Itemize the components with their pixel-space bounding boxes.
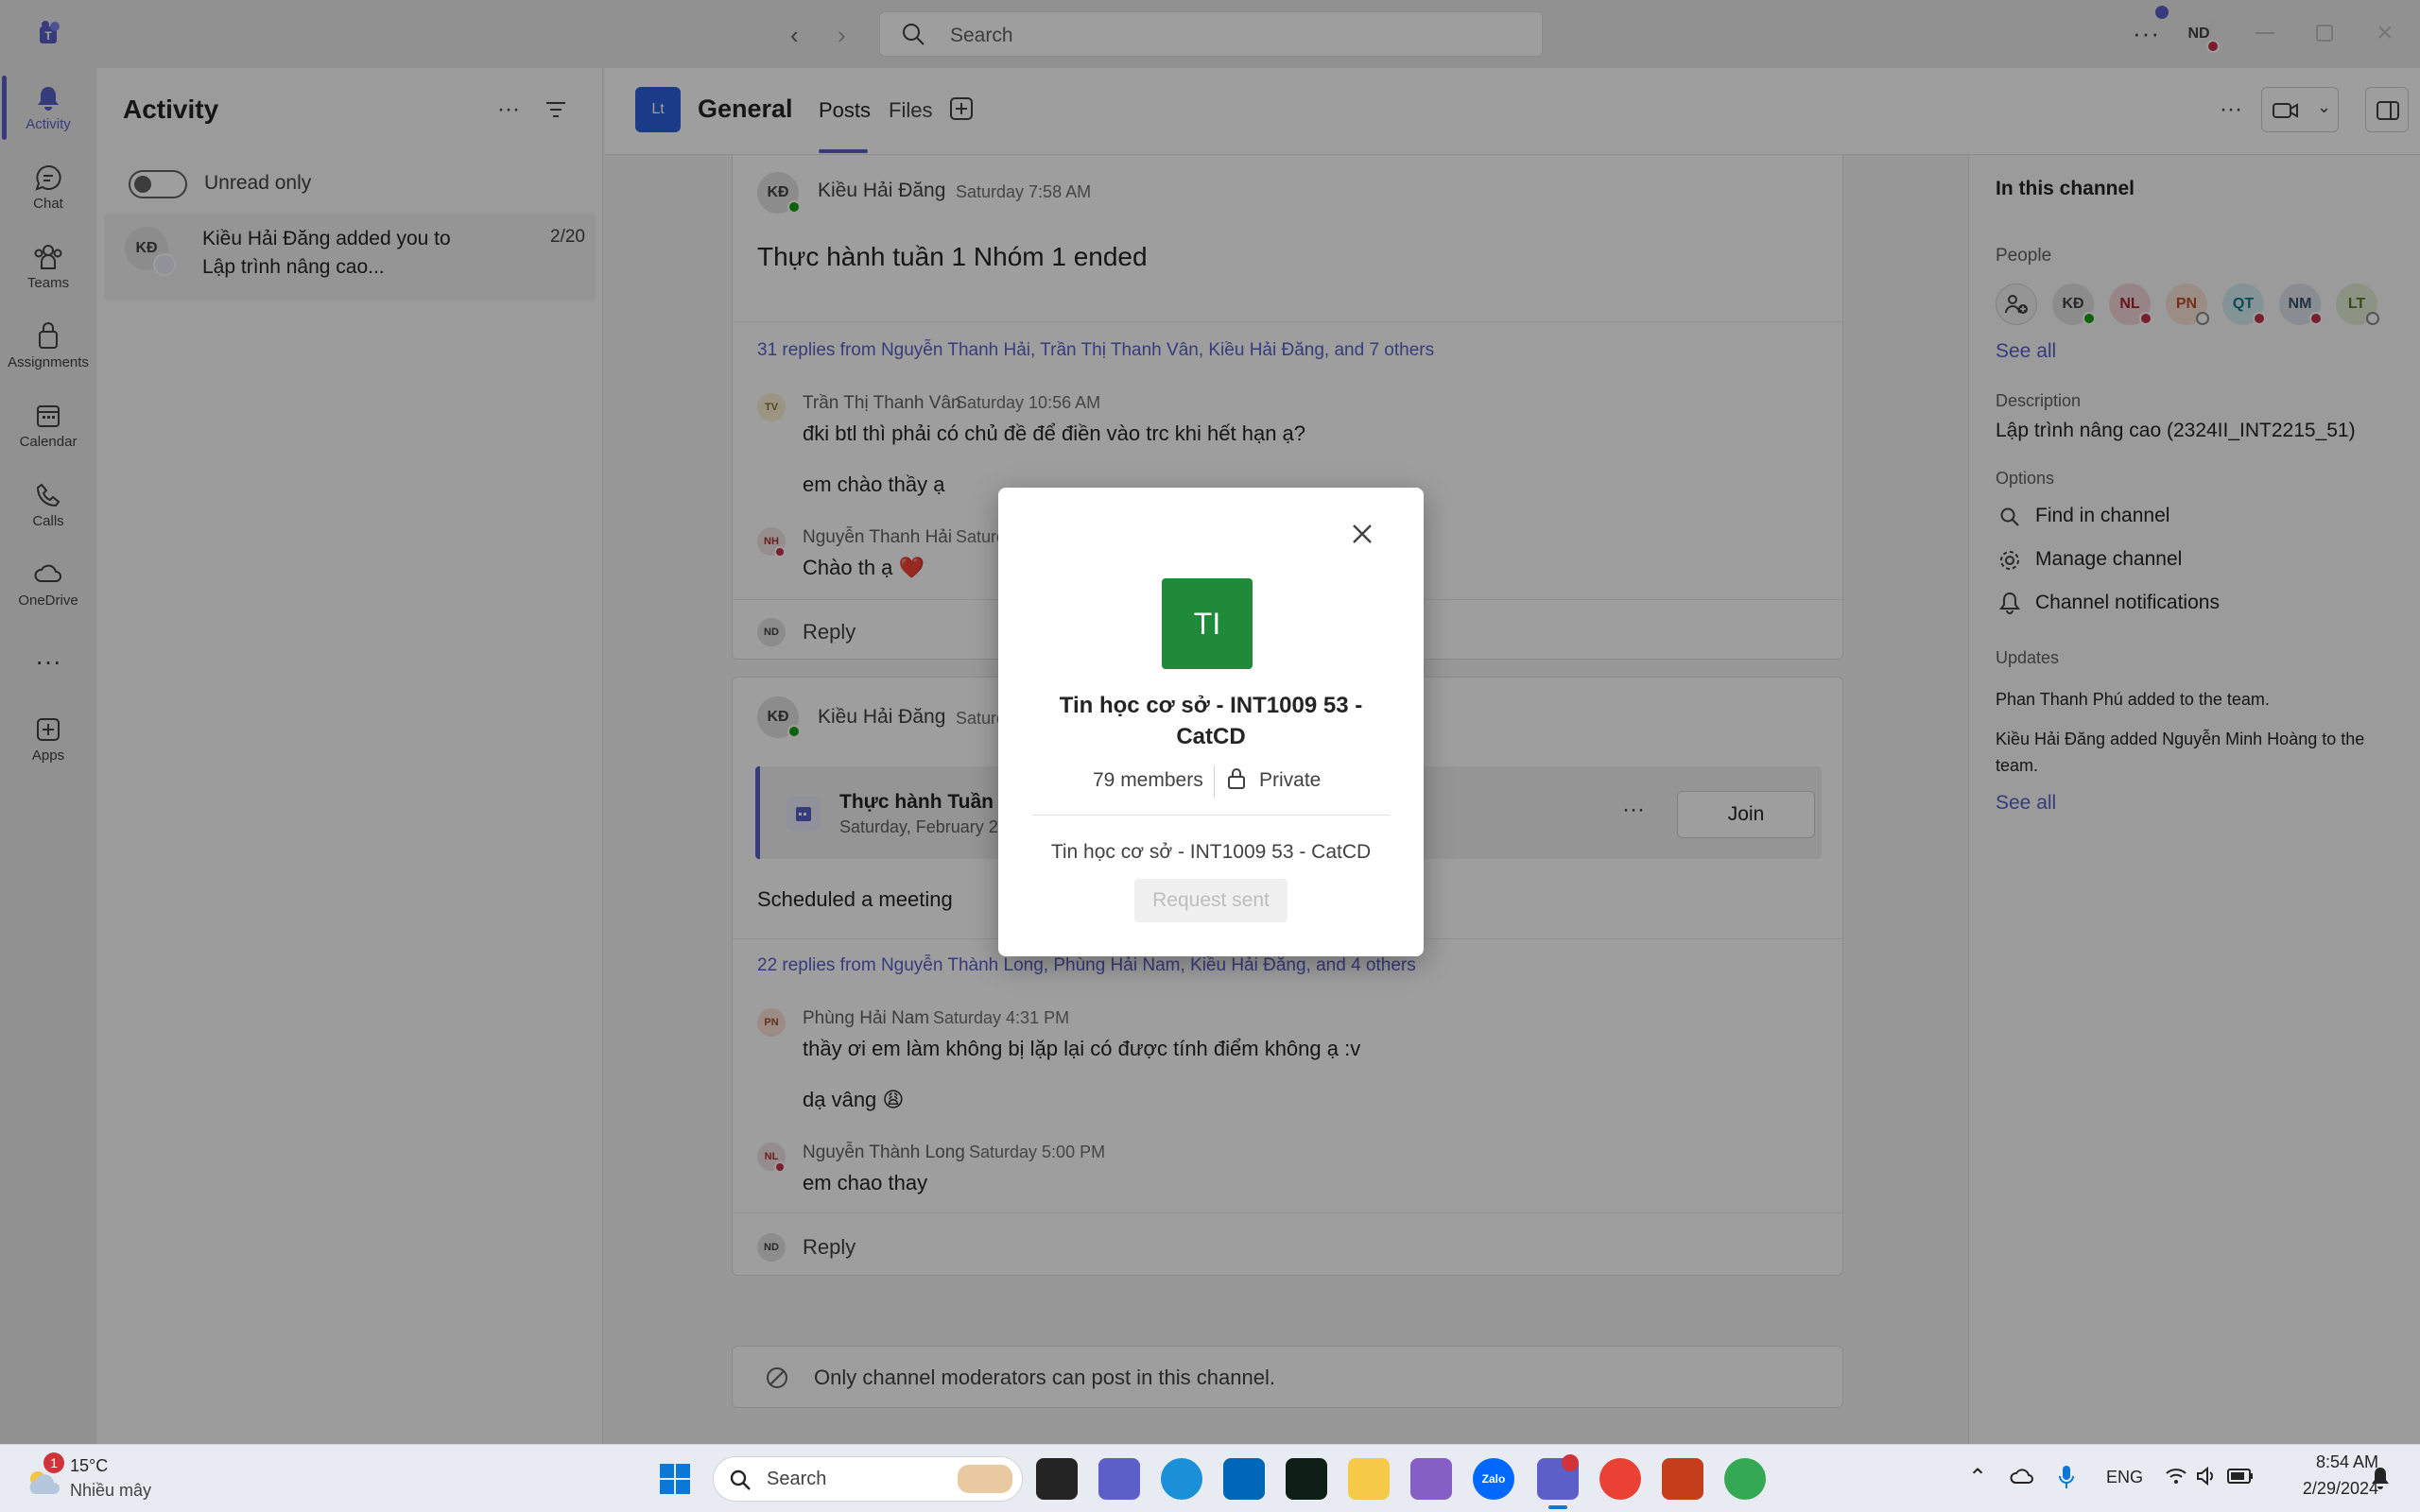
onedrive-tray-icon[interactable] [2010, 1466, 2036, 1491]
razer-app-icon[interactable] [1286, 1458, 1327, 1500]
chrome-profile-icon[interactable] [1724, 1458, 1766, 1500]
edge-browser-icon[interactable] [1161, 1458, 1202, 1500]
notification-bell-icon[interactable] [2369, 1466, 2392, 1495]
privacy-label: Private [1259, 769, 1322, 791]
chrome-icon[interactable] [1599, 1458, 1641, 1500]
powerpoint-icon[interactable] [1662, 1458, 1703, 1500]
weather-widget[interactable]: 1 15°C Nhiều mây [19, 1451, 189, 1507]
clock-date[interactable]: 2/29/2024 [2269, 1479, 2378, 1499]
language-indicator[interactable]: ENG [2106, 1468, 2143, 1487]
weather-description: Nhiều mây [70, 1481, 152, 1500]
zalo-icon[interactable]: Zalo [1473, 1458, 1514, 1500]
task-view-icon[interactable] [1036, 1458, 1078, 1500]
divider [1032, 815, 1390, 816]
volume-icon[interactable] [2195, 1466, 2218, 1491]
chevron-up-icon[interactable]: ⌃ [1968, 1464, 1987, 1491]
lock-icon [1227, 767, 1246, 795]
microsoft-store-icon[interactable] [1223, 1458, 1265, 1500]
microphone-icon[interactable] [2057, 1464, 2076, 1495]
taskbar-search[interactable]: Search [713, 1456, 1023, 1502]
file-explorer-icon[interactable] [1348, 1458, 1390, 1500]
team-description: Tin học cơ sở - INT1009 53 - CatCD [1050, 841, 1372, 863]
search-highlight-icon [958, 1465, 1012, 1493]
join-team-dialog: TI Tin học cơ sở - INT1009 53 - CatCD 79… [998, 488, 1424, 956]
windows-taskbar: 1 15°C Nhiều mây Search Zalo ⌃ ENG 8:54 … [0, 1444, 2420, 1512]
team-avatar: TI [1162, 578, 1253, 669]
temperature: 15°C [70, 1456, 109, 1475]
divider [1214, 765, 1215, 798]
visual-studio-icon[interactable] [1410, 1458, 1452, 1500]
active-indicator [1548, 1505, 1567, 1509]
member-count: 79 members [1093, 769, 1203, 791]
weather-badge: 1 [43, 1452, 64, 1473]
clock-time[interactable]: 8:54 AM [2288, 1452, 2378, 1472]
search-icon [730, 1469, 751, 1490]
wifi-icon[interactable] [2165, 1466, 2187, 1491]
request-sent-button: Request sent [1134, 879, 1288, 922]
teams-badge-icon [1562, 1454, 1579, 1471]
meet-chat-icon[interactable] [1098, 1458, 1140, 1500]
windows-start-icon[interactable] [654, 1458, 696, 1500]
team-name: Tin học cơ sở - INT1009 53 - CatCD [1059, 693, 1363, 749]
battery-icon[interactable] [2227, 1468, 2254, 1489]
close-icon[interactable] [1350, 522, 1374, 551]
taskbar-search-label: Search [767, 1469, 827, 1489]
